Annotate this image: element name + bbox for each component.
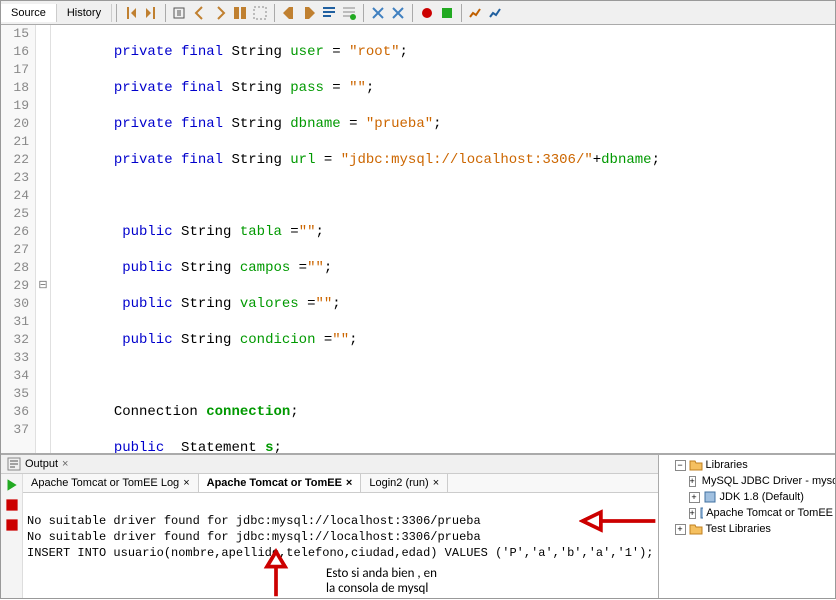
close-icon[interactable]: × bbox=[433, 477, 439, 489]
macro-record-icon[interactable] bbox=[417, 3, 437, 23]
stop2-icon[interactable] bbox=[3, 516, 21, 534]
tree-expand-icon[interactable]: + bbox=[689, 476, 696, 487]
rerun-icon[interactable] bbox=[3, 476, 21, 494]
surround-icon[interactable] bbox=[388, 3, 408, 23]
shift-left-icon[interactable] bbox=[279, 3, 299, 23]
tree-jdk-label: JDK 1.8 (Default) bbox=[720, 491, 804, 503]
separator bbox=[274, 4, 275, 22]
arrow-up-annotation bbox=[256, 548, 296, 600]
source-tab[interactable]: Source bbox=[1, 4, 57, 22]
toggle-highlight-icon[interactable] bbox=[230, 3, 250, 23]
tree-collapse-icon[interactable]: − bbox=[675, 460, 686, 471]
annotation-text: Esto si anda bien , en la consola de mys… bbox=[326, 566, 437, 596]
nav-back-icon[interactable] bbox=[121, 3, 141, 23]
prev-bookmark-icon[interactable] bbox=[190, 3, 210, 23]
jar-icon bbox=[699, 506, 703, 520]
output-icon bbox=[7, 457, 21, 471]
tree-expand-icon[interactable]: + bbox=[689, 492, 700, 503]
separator bbox=[116, 4, 117, 22]
next-bookmark-icon[interactable] bbox=[210, 3, 230, 23]
shift-right-icon[interactable] bbox=[299, 3, 319, 23]
uncomment-icon[interactable] bbox=[368, 3, 388, 23]
separator bbox=[461, 4, 462, 22]
close-icon[interactable]: × bbox=[346, 477, 352, 489]
close-icon[interactable]: × bbox=[62, 458, 68, 470]
tree-libraries-label: Libraries bbox=[706, 459, 748, 471]
tree-testlib-label: Test Libraries bbox=[706, 523, 771, 535]
project-tree[interactable]: −Libraries +MySQL JDBC Driver - mysql-co… bbox=[659, 455, 835, 598]
arrow-right-annotation bbox=[579, 501, 659, 541]
separator bbox=[363, 4, 364, 22]
folder-icon bbox=[689, 522, 703, 536]
format-icon[interactable] bbox=[319, 3, 339, 23]
find-selection-icon[interactable] bbox=[170, 3, 190, 23]
code-content[interactable]: private final String user = "root"; priv… bbox=[51, 25, 835, 453]
output-header: Output × bbox=[1, 455, 658, 474]
line-number-gutter: 1516171819202122232425262728293031323334… bbox=[1, 25, 36, 453]
folder-icon bbox=[689, 458, 703, 472]
code-editor[interactable]: 1516171819202122232425262728293031323334… bbox=[1, 25, 835, 453]
output-tab-tomcat[interactable]: Apache Tomcat or TomEE× bbox=[199, 474, 362, 492]
selection-mode-icon[interactable] bbox=[250, 3, 270, 23]
separator bbox=[165, 4, 166, 22]
output-title: Output bbox=[25, 458, 58, 470]
jar-icon bbox=[703, 490, 717, 504]
history-tab[interactable]: History bbox=[57, 4, 112, 22]
tree-tomcat-label: Apache Tomcat or TomEE bbox=[706, 507, 833, 519]
stop-icon[interactable] bbox=[3, 496, 21, 514]
tree-mysql-label: MySQL JDBC Driver - mysql-co bbox=[702, 475, 835, 487]
separator bbox=[412, 4, 413, 22]
output-tabs: Apache Tomcat or TomEE Log× Apache Tomca… bbox=[23, 474, 658, 493]
output-sidebar bbox=[1, 474, 23, 598]
chart2-icon[interactable] bbox=[486, 3, 506, 23]
tree-expand-icon[interactable]: + bbox=[675, 524, 686, 535]
chart-icon[interactable] bbox=[466, 3, 486, 23]
editor-toolbar: Source History bbox=[1, 1, 835, 25]
tree-expand-icon[interactable]: + bbox=[689, 508, 696, 519]
output-tab-login2[interactable]: Login2 (run)× bbox=[361, 474, 448, 492]
macro-stop-icon[interactable] bbox=[437, 3, 457, 23]
close-icon[interactable]: × bbox=[183, 477, 189, 489]
comment-icon[interactable] bbox=[339, 3, 359, 23]
fold-column: ⊟ bbox=[36, 25, 51, 453]
output-tab-tomcat-log[interactable]: Apache Tomcat or TomEE Log× bbox=[23, 474, 199, 492]
nav-fwd-icon[interactable] bbox=[141, 3, 161, 23]
